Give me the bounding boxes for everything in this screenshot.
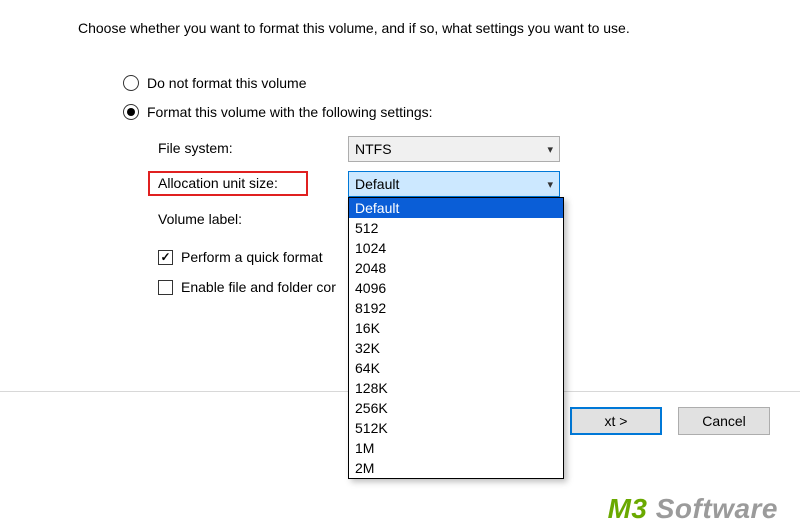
watermark-brand: M3 [608,493,648,524]
alloc-option[interactable]: 1M [349,438,563,458]
alloc-option[interactable]: 2M [349,458,563,478]
allocation-unit-size-value: Default [355,176,541,192]
instruction-text: Choose whether you want to format this v… [78,20,630,36]
alloc-option[interactable]: 512K [349,418,563,438]
alloc-option[interactable]: 2048 [349,258,563,278]
cancel-button[interactable]: Cancel [678,407,770,435]
allocation-unit-size-dropdown[interactable]: Default512102420484096819216K32K64K128K2… [348,197,564,479]
quick-format-checkbox-row[interactable]: Perform a quick format [158,249,323,265]
enable-compression-label: Enable file and folder cor [181,279,336,295]
file-system-combo[interactable]: NTFS ▾ [348,136,560,162]
allocation-unit-size-label: Allocation unit size: [158,175,278,191]
alloc-option[interactable]: 128K [349,378,563,398]
alloc-option[interactable]: 64K [349,358,563,378]
alloc-option[interactable]: 4096 [349,278,563,298]
file-system-label: File system: [158,140,233,156]
radio-format-with-label: Format this volume with the following se… [147,104,433,120]
radio-icon [123,75,139,91]
alloc-option[interactable]: 32K [349,338,563,358]
next-button-label: xt > [605,413,628,429]
radio-no-format-row[interactable]: Do not format this volume [123,75,307,91]
watermark-rest: Software [647,493,778,524]
radio-no-format-label: Do not format this volume [147,75,307,91]
allocation-unit-size-combo[interactable]: Default ▾ [348,171,560,197]
chevron-down-icon: ▾ [541,143,553,156]
alloc-option[interactable]: 16K [349,318,563,338]
radio-format-with-row[interactable]: Format this volume with the following se… [123,104,433,120]
quick-format-label: Perform a quick format [181,249,323,265]
checkbox-icon [158,280,173,295]
next-button[interactable]: xt > [570,407,662,435]
checkbox-icon [158,250,173,265]
watermark: M3 Software [608,493,778,525]
alloc-option[interactable]: 1024 [349,238,563,258]
volume-label-label: Volume label: [158,211,242,227]
alloc-option[interactable]: Default [349,198,563,218]
enable-compression-checkbox-row[interactable]: Enable file and folder cor [158,279,336,295]
alloc-option[interactable]: 512 [349,218,563,238]
alloc-option[interactable]: 256K [349,398,563,418]
alloc-option[interactable]: 8192 [349,298,563,318]
cancel-button-label: Cancel [702,413,746,429]
radio-icon [123,104,139,120]
file-system-value: NTFS [355,141,541,157]
chevron-down-icon: ▾ [541,178,553,191]
